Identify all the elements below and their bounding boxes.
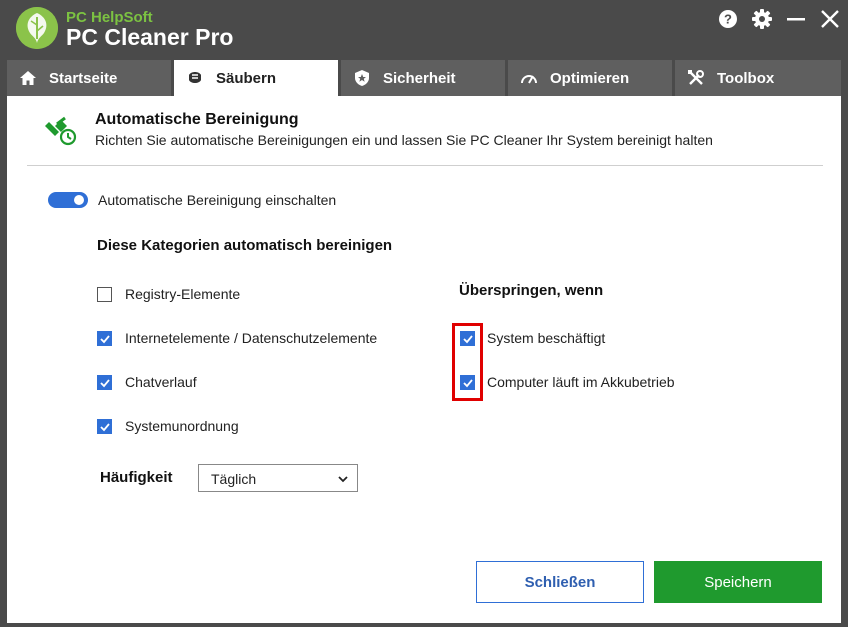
- toggle-knob: [74, 195, 84, 205]
- tab-toolbox[interactable]: Toolbox: [675, 60, 841, 96]
- save-button[interactable]: Speichern: [654, 561, 822, 603]
- tab-saeubern[interactable]: Säubern: [174, 60, 338, 96]
- close-icon[interactable]: [819, 8, 841, 30]
- tab-label: Optimieren: [550, 69, 630, 87]
- content-panel: Automatische Bereinigung Richten Sie aut…: [7, 96, 841, 623]
- tab-label: Startseite: [49, 69, 118, 87]
- tab-startseite[interactable]: Startseite: [7, 60, 171, 96]
- checkbox-label-systemunordnung: Systemunordnung: [125, 418, 239, 434]
- checkbox-label-system-busy: System beschäftigt: [487, 330, 606, 346]
- checkbox-label-battery: Computer läuft im Akkubetrieb: [487, 374, 675, 390]
- tab-bar: Startseite Säubern Sicherheit Optimieren…: [7, 60, 841, 96]
- divider: [27, 165, 823, 166]
- minimize-icon[interactable]: [785, 8, 807, 30]
- broom-icon: [186, 69, 204, 87]
- speedometer-icon: [520, 69, 538, 87]
- chevron-down-icon: [337, 473, 349, 485]
- app-title: PC Cleaner Pro: [66, 24, 234, 50]
- page-subtitle: Richten Sie automatische Bereinigungen e…: [95, 132, 713, 148]
- frequency-select[interactable]: Täglich: [198, 464, 358, 492]
- auto-clean-icon: [43, 116, 77, 146]
- tab-label: Säubern: [216, 69, 277, 87]
- tab-label: Toolbox: [717, 69, 775, 87]
- highlight-box: [452, 323, 483, 401]
- auto-clean-toggle-label: Automatische Bereinigung einschalten: [98, 192, 337, 208]
- checkbox-label-internet: Internetelemente / Datenschutzelemente: [125, 330, 378, 346]
- page-title: Automatische Bereinigung: [95, 111, 299, 128]
- checkbox-registry[interactable]: [97, 287, 112, 302]
- checkmark-icon: [99, 334, 110, 343]
- tab-optimieren[interactable]: Optimieren: [508, 60, 672, 96]
- app-logo-icon: [16, 7, 58, 49]
- checkmark-icon: [99, 422, 110, 431]
- checkmark-icon: [99, 378, 110, 387]
- tab-label: Sicherheit: [383, 69, 456, 87]
- checkbox-label-chatverlauf: Chatverlauf: [125, 374, 197, 390]
- checkbox-systemunordnung[interactable]: [97, 419, 112, 434]
- home-icon: [19, 69, 37, 87]
- shield-icon: [353, 69, 371, 87]
- checkbox-chatverlauf[interactable]: [97, 375, 112, 390]
- categories-title: Diese Kategorien automatisch bereinigen: [97, 237, 393, 254]
- gear-icon[interactable]: [751, 8, 773, 30]
- auto-clean-toggle[interactable]: [48, 192, 88, 208]
- frequency-label: Häufigkeit: [100, 469, 173, 486]
- svg-text:?: ?: [724, 12, 732, 27]
- checkbox-label-registry: Registry-Elemente: [125, 286, 241, 302]
- title-bar: PC HelpSoft PC Cleaner Pro ?: [0, 0, 848, 60]
- skip-title: Überspringen, wenn: [459, 282, 604, 299]
- frequency-value: Täglich: [211, 471, 257, 487]
- help-icon[interactable]: ?: [717, 8, 739, 30]
- checkbox-internet[interactable]: [97, 331, 112, 346]
- tools-icon: [687, 69, 705, 87]
- tab-sicherheit[interactable]: Sicherheit: [341, 60, 505, 96]
- close-button[interactable]: Schließen: [476, 561, 644, 603]
